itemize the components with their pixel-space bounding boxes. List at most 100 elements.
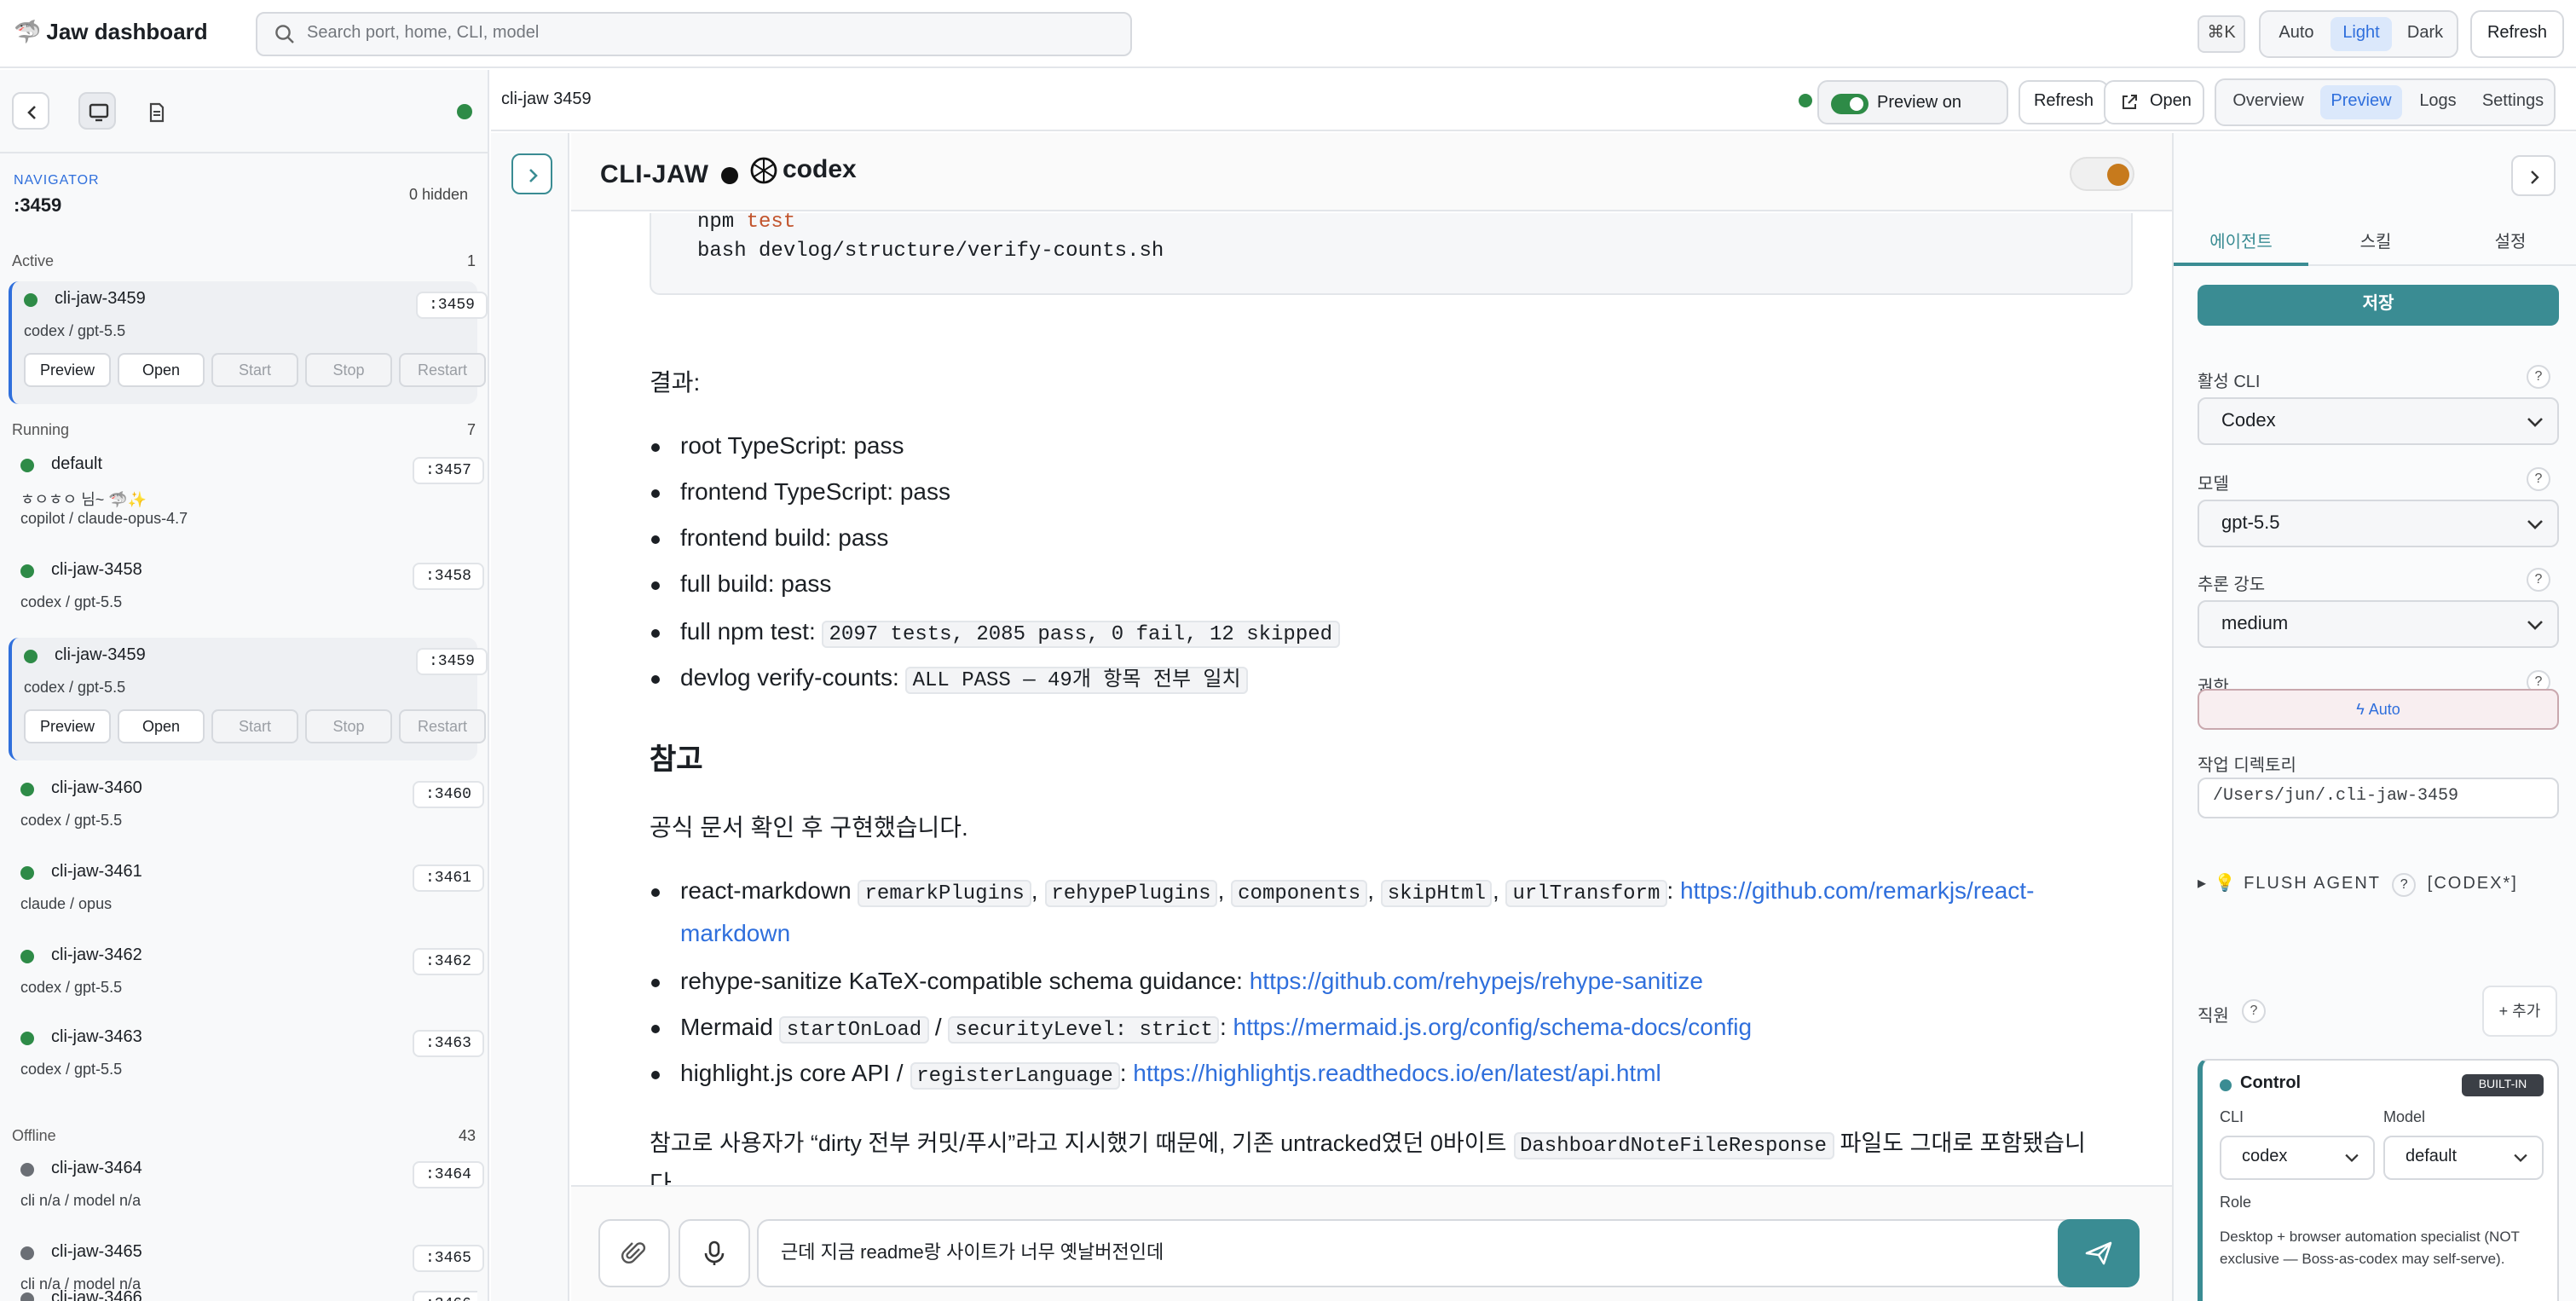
instance-item[interactable]: cli-jaw-3462 :3462 codex / gpt-5.5: [9, 938, 484, 1013]
instance-port: :3459: [416, 292, 488, 319]
tab-preview[interactable]: Preview: [2320, 85, 2402, 119]
document-icon[interactable]: [147, 101, 167, 131]
effort-select[interactable]: medium: [2198, 600, 2559, 648]
send-button[interactable]: [2058, 1219, 2140, 1287]
reference-item: highlight.js core API / registerLanguage…: [650, 1059, 1661, 1090]
theme-dark[interactable]: Dark: [2397, 17, 2453, 51]
tab-overview[interactable]: Overview: [2221, 85, 2315, 119]
agent-cli-select[interactable]: codex: [2220, 1136, 2375, 1180]
result-item: frontend build: pass: [650, 523, 889, 551]
help-icon[interactable]: ?: [2527, 365, 2550, 389]
instance-item[interactable]: cli-jaw-3459 :3459 codex / gpt-5.5 Previ…: [9, 281, 488, 404]
theme-auto[interactable]: Auto: [2267, 17, 2325, 51]
tab-settings[interactable]: Settings: [2474, 85, 2552, 119]
help-icon[interactable]: ?: [2392, 873, 2417, 897]
chevron-down-icon: [2527, 418, 2543, 427]
help-icon[interactable]: ?: [2527, 467, 2550, 491]
help-icon[interactable]: ?: [2242, 999, 2266, 1023]
instance-name: cli-jaw-3459: [55, 290, 146, 309]
instance-model: codex / gpt-5.5: [20, 979, 123, 996]
tab-logs[interactable]: Logs: [2407, 85, 2469, 119]
start-button[interactable]: Start: [211, 709, 298, 743]
start-button[interactable]: Start: [211, 353, 298, 387]
reference-item: Mermaid startOnLoad / securityLevel: str…: [651, 1013, 1753, 1044]
code-line: bash devlog/structure/verify-counts.sh: [697, 239, 1164, 263]
open-external-button[interactable]: Open: [2104, 80, 2204, 124]
stop-button[interactable]: Stop: [305, 709, 392, 743]
voice-button[interactable]: [679, 1219, 750, 1287]
reference-link-continued[interactable]: markdown: [680, 919, 790, 946]
restart-button[interactable]: Restart: [399, 353, 486, 387]
preview-toggle[interactable]: Preview on: [1817, 80, 2008, 124]
add-staff-button[interactable]: + 추가: [2482, 986, 2557, 1037]
status-dot: [20, 783, 34, 796]
stop-button[interactable]: Stop: [305, 353, 392, 387]
hidden-count[interactable]: 0 hidden: [409, 186, 468, 203]
instance-item[interactable]: default :3457 ㅎㅇㅎㅇ 님~ 🦈✨ copilot / claud…: [9, 447, 484, 542]
chevron-down-icon: [2514, 1154, 2527, 1163]
theme-toggle[interactable]: [2070, 157, 2134, 191]
workdir-input[interactable]: /Users/jun/.cli-jaw-3459: [2198, 778, 2559, 818]
instance-item[interactable]: cli-jaw-3459 :3459 codex / gpt-5.5 Previ…: [9, 638, 488, 760]
staff-label: 직원: [2198, 1008, 2229, 1026]
flush-agent-row[interactable]: ▸ 💡 FLUSH AGENT ? [CODEX*]: [2198, 873, 2518, 897]
active-cli-select[interactable]: Codex: [2198, 397, 2559, 445]
reference-item: react-markdown remarkPlugins, rehypePlug…: [650, 876, 2035, 907]
chevron-down-icon: [2527, 520, 2543, 529]
instance-item[interactable]: cli-jaw-3461 :3461 claude / opus: [9, 854, 484, 929]
message-input[interactable]: 근데 지금 readme랑 사이트가 너무 옛날버전인데: [757, 1219, 2087, 1287]
instance-port: :3457: [413, 457, 484, 484]
chat-pane: CLI-JAW codex npm test bash devlog/struc…: [571, 133, 2172, 1301]
command-shortcut-button[interactable]: ⌘K: [2198, 15, 2245, 53]
agent-model-select[interactable]: default: [2383, 1136, 2544, 1180]
tab-skills[interactable]: 스킬: [2308, 227, 2443, 252]
instance-item[interactable]: cli-jaw-3464 :3464 cli n/a / model n/a: [9, 1151, 484, 1226]
status-dot: [20, 950, 34, 963]
tab-config[interactable]: 설정: [2443, 227, 2576, 252]
role-text[interactable]: Desktop + browser automation specialist …: [2220, 1226, 2544, 1270]
reference-link[interactable]: https://mermaid.js.org/config/schema-doc…: [1233, 1013, 1753, 1040]
navigator-label: NAVIGATOR: [14, 172, 100, 188]
preview-button[interactable]: Preview: [24, 709, 111, 743]
reference-link[interactable]: https://github.com/rehypejs/rehype-sanit…: [1250, 967, 1703, 994]
instance-model: codex / gpt-5.5: [20, 593, 123, 610]
back-button[interactable]: [12, 92, 49, 130]
toggle-switch[interactable]: [1831, 94, 1868, 114]
theme-light[interactable]: Light: [2331, 17, 2392, 51]
attach-button[interactable]: [598, 1219, 670, 1287]
instance-port: :3464: [413, 1161, 484, 1188]
instance-item[interactable]: cli-jaw-3458 :3458 codex / gpt-5.5: [9, 552, 484, 627]
status-dot: [2220, 1079, 2232, 1091]
permission-auto-button[interactable]: ϟ Auto: [2198, 689, 2559, 730]
instance-item[interactable]: cli-jaw-3460 :3460 codex / gpt-5.5: [9, 771, 484, 846]
result-item: root TypeScript: pass: [650, 431, 904, 459]
preview-header: cli-jaw 3459 Preview on Refresh Open Ove…: [491, 70, 2576, 131]
tab-agent[interactable]: 에이전트: [2174, 227, 2308, 266]
instance-item[interactable]: cli-jaw-3466 :3466: [9, 1281, 477, 1301]
search-input[interactable]: Search port, home, CLI, model: [256, 12, 1132, 56]
instance-port: :3466: [413, 1291, 477, 1301]
refresh-button[interactable]: Refresh: [2470, 10, 2564, 58]
app-title[interactable]: 🦈 Jaw dashboard: [14, 19, 208, 46]
sidebar-toolbar: [0, 70, 489, 153]
open-button[interactable]: Open: [118, 353, 205, 387]
restart-button[interactable]: Restart: [399, 709, 486, 743]
preview-button[interactable]: Preview: [24, 353, 111, 387]
instance-name: cli-jaw-3462: [51, 946, 142, 965]
top-bar: 🦈 Jaw dashboard Search port, home, CLI, m…: [0, 0, 2576, 68]
model-select[interactable]: gpt-5.5: [2198, 500, 2559, 547]
save-button[interactable]: 저장: [2198, 285, 2559, 326]
reference-link[interactable]: https://highlightjs.readthedocs.io/en/la…: [1133, 1059, 1661, 1086]
instance-name: cli-jaw-3461: [51, 863, 142, 882]
chevron-left-icon: [27, 106, 36, 119]
instance-item[interactable]: cli-jaw-3463 :3463 codex / gpt-5.5: [9, 1020, 484, 1095]
reference-link[interactable]: https://github.com/remarkjs/react-: [1680, 876, 2035, 904]
desktop-view-button[interactable]: [78, 92, 116, 130]
help-icon[interactable]: ?: [2527, 568, 2550, 592]
open-button[interactable]: Open: [118, 709, 205, 743]
preview-refresh-button[interactable]: Refresh: [2019, 80, 2109, 124]
reference-intro: 공식 문서 확인 후 구현했습니다.: [650, 813, 968, 841]
expand-sidebar-button[interactable]: [511, 153, 552, 194]
result-label: 결과:: [650, 368, 701, 396]
collapse-panel-button[interactable]: [2511, 155, 2556, 196]
